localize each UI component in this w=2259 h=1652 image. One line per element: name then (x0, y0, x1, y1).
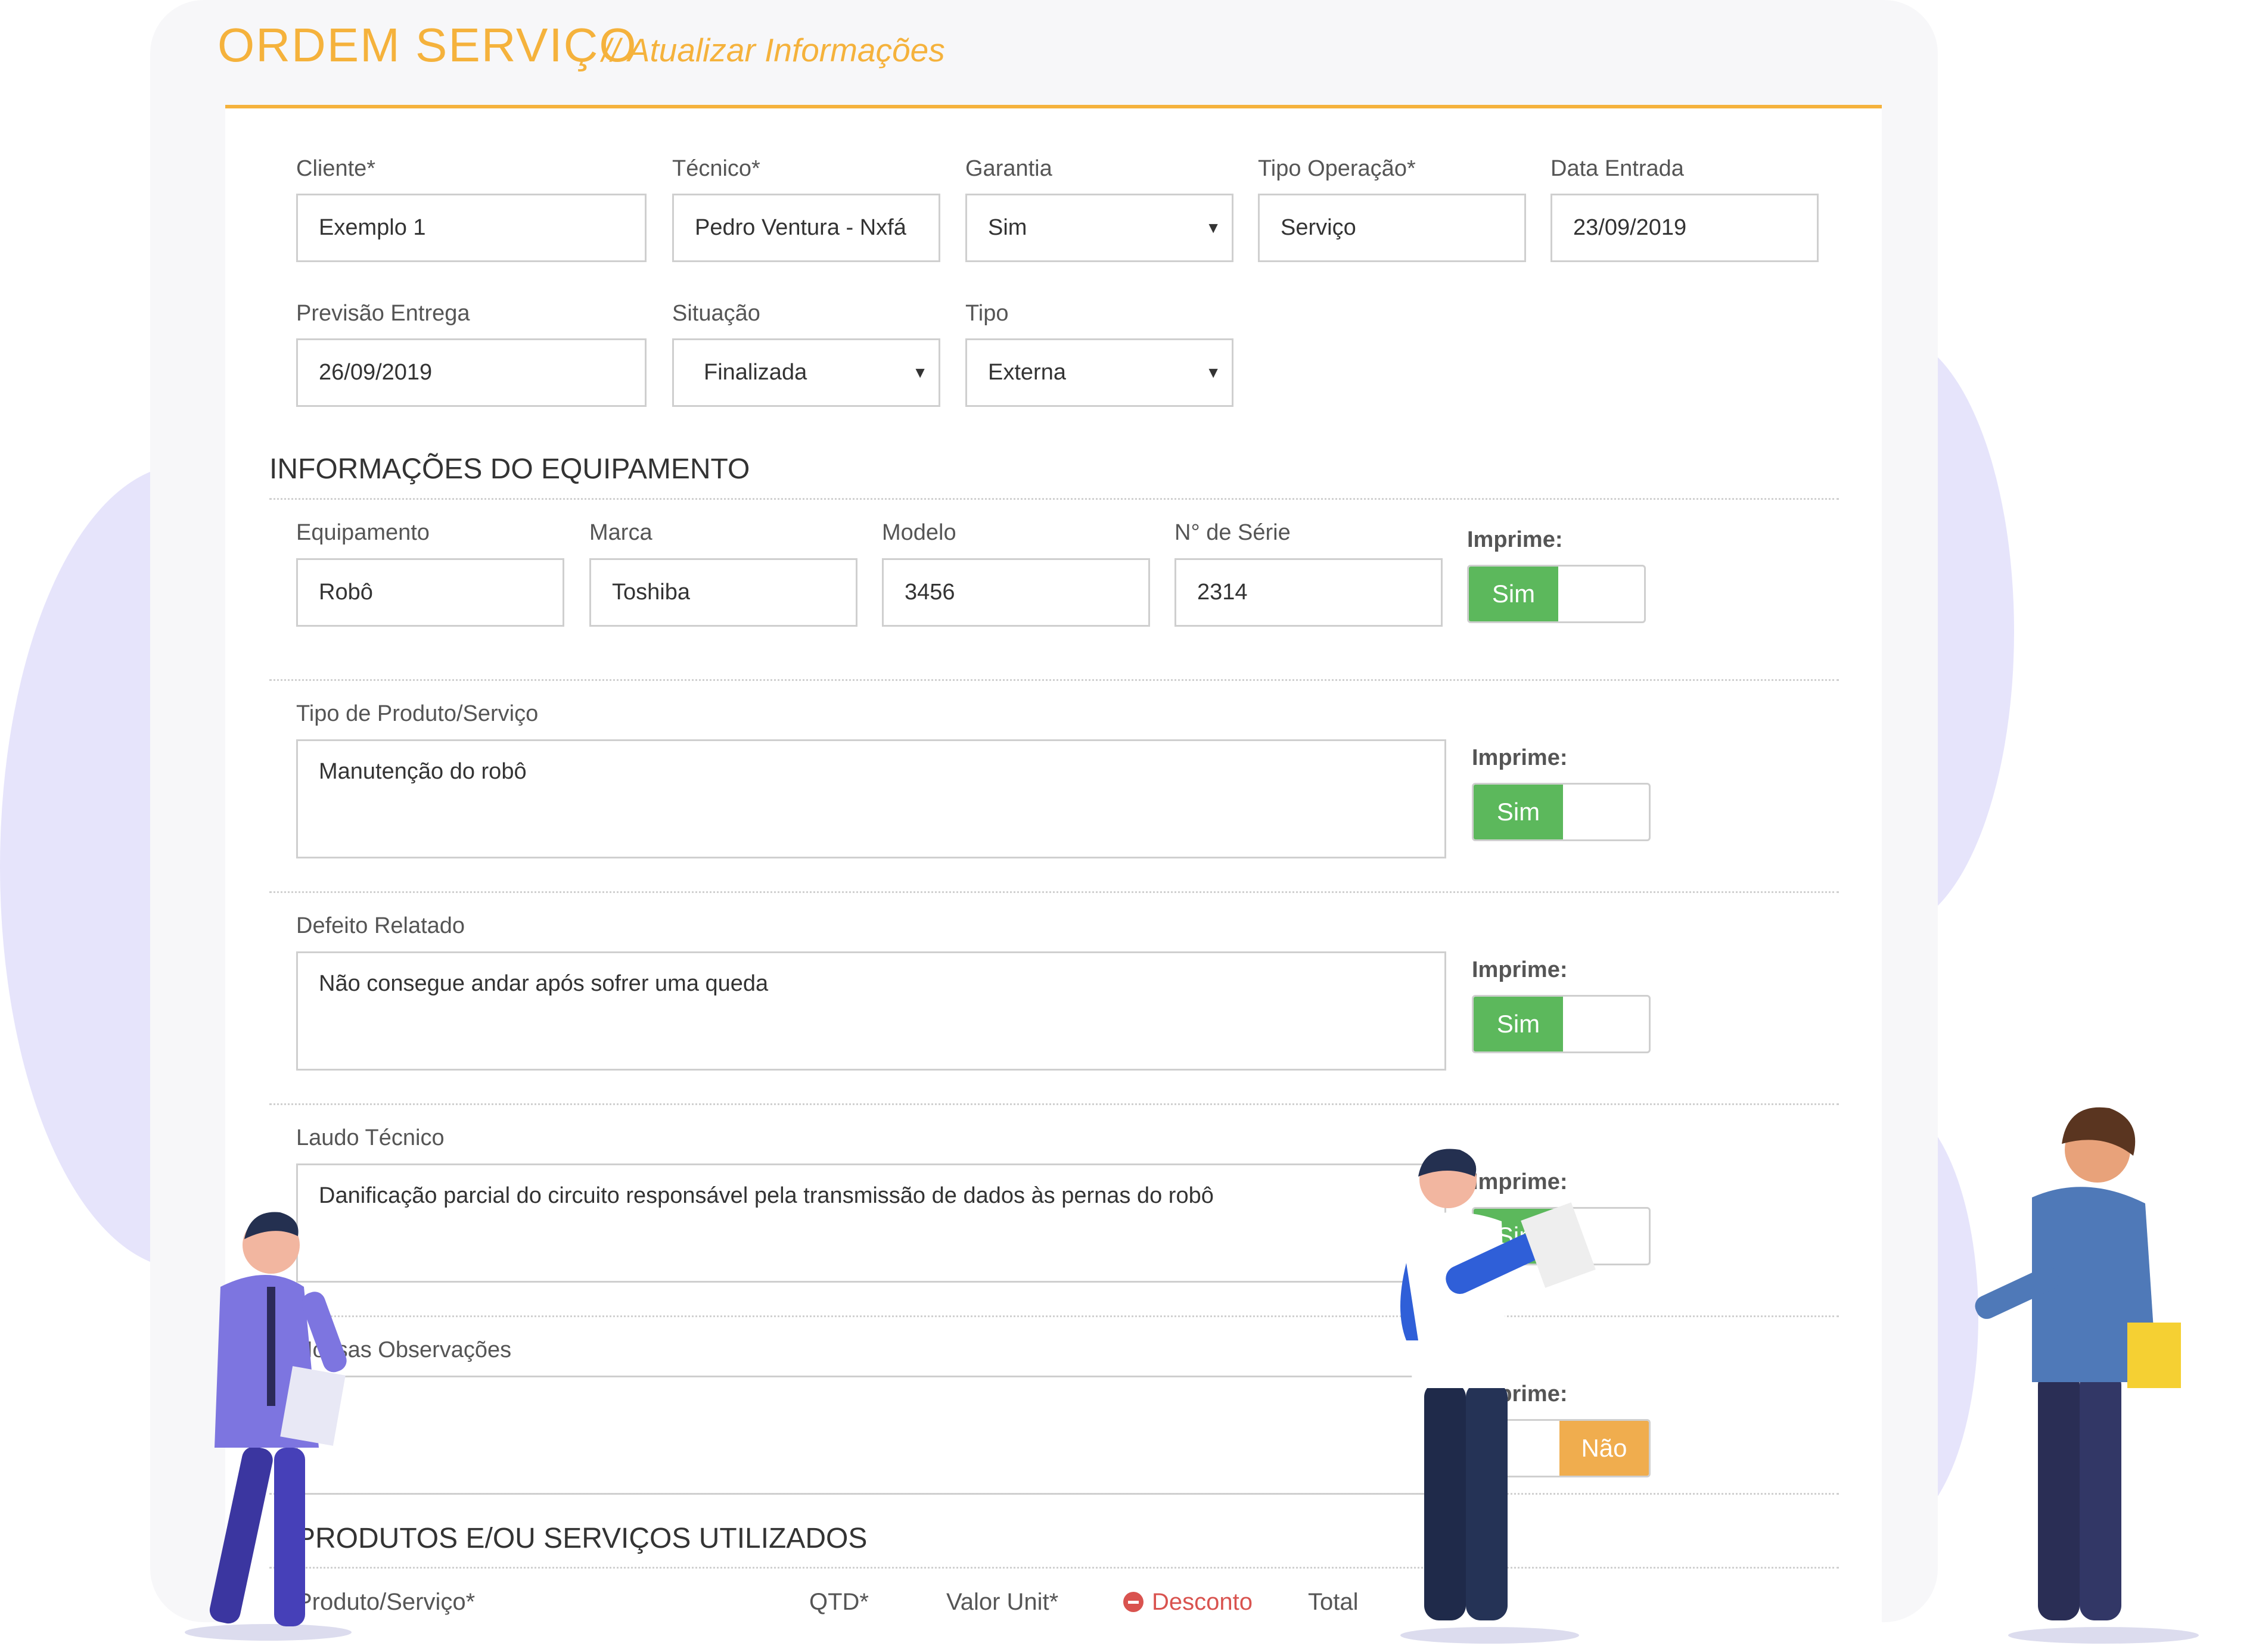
garantia-value: Sim (988, 215, 1027, 240)
person-holding-folder-illustration (1975, 1107, 2199, 1644)
equipamento-input[interactable]: Robô (296, 558, 564, 627)
serie-label: N° de Série (1174, 520, 1291, 545)
tecnico-label: Técnico* (672, 156, 760, 181)
equipment-section-title: INFORMAÇÕES DO EQUIPAMENTO (269, 453, 750, 485)
tipo-produto-textarea[interactable]: Manutenção do robô (296, 739, 1446, 858)
column-qtd: QTD* (809, 1589, 869, 1615)
page-subtitle: // Atualizar Informações (602, 32, 945, 69)
equipamento-label: Equipamento (296, 520, 430, 545)
imprime-label-tipo-produto: Imprime: (1472, 745, 1568, 770)
cliente-input[interactable]: Exemplo 1 (296, 194, 647, 262)
previsao-entrega-input[interactable]: 26/09/2019 (296, 338, 647, 407)
products-section-title: PRODUTOS E/OU SERVIÇOS UTILIZADOS (296, 1523, 868, 1554)
toggle-on-label: Sim (1469, 567, 1558, 621)
tipo-value: Externa (988, 360, 1066, 385)
tipo-label: Tipo (965, 301, 1009, 326)
tecnico-input[interactable]: Pedro Ventura - Nxfá (672, 194, 940, 262)
previsao-entrega-label: Previsão Entrega (296, 301, 470, 326)
data-entrada-label: Data Entrada (1550, 156, 1684, 181)
laudo-textarea[interactable]: Danificação parcial do circuito responsá… (296, 1163, 1446, 1283)
modelo-label: Modelo (882, 520, 956, 545)
chevron-down-icon: ▼ (1205, 219, 1221, 237)
observacoes-textarea[interactable] (296, 1376, 1446, 1495)
toggle-on-label: Sim (1474, 785, 1563, 839)
imprime-label-equipment: Imprime: (1467, 527, 1563, 552)
modelo-input[interactable]: 3456 (882, 558, 1150, 627)
defeito-textarea[interactable]: Não consegue andar após sofrer uma queda (296, 951, 1446, 1071)
tipo-operacao-label: Tipo Operação* (1258, 156, 1416, 181)
section-divider (269, 1103, 1839, 1105)
column-desconto[interactable]: Desconto (1123, 1589, 1253, 1616)
garantia-label: Garantia (965, 156, 1052, 181)
imprime-toggle-tipo-produto[interactable]: Sim (1472, 783, 1651, 841)
chevron-down-icon: ▼ (1205, 363, 1221, 381)
tipo-operacao-input[interactable]: Serviço (1258, 194, 1526, 262)
situacao-label: Situação (672, 301, 760, 326)
marca-label: Marca (589, 520, 652, 545)
imprime-label-defeito: Imprime: (1472, 957, 1568, 982)
minus-circle-icon (1123, 1592, 1144, 1612)
page-title: ORDEM SERVIÇO (217, 18, 638, 71)
marca-input[interactable]: Toshiba (589, 558, 857, 627)
garantia-select[interactable]: Sim ▼ (965, 194, 1233, 262)
situacao-value: Finalizada (704, 360, 807, 385)
serie-input[interactable]: 2314 (1174, 558, 1443, 627)
section-divider (269, 891, 1839, 893)
person-on-phone-illustration (185, 1212, 352, 1641)
cliente-label: Cliente* (296, 156, 376, 181)
person-reading-paper-illustration (1400, 1149, 1596, 1644)
column-valor-unit: Valor Unit* (946, 1589, 1059, 1615)
section-divider (269, 679, 1839, 681)
defeito-label: Defeito Relatado (296, 913, 465, 938)
laudo-label: Laudo Técnico (296, 1125, 445, 1150)
desconto-label: Desconto (1152, 1589, 1253, 1615)
chevron-down-icon: ▼ (912, 363, 928, 381)
imprime-toggle-equipment[interactable]: Sim (1467, 565, 1646, 623)
section-divider (269, 498, 1839, 500)
data-entrada-input[interactable]: 23/09/2019 (1550, 194, 1819, 262)
toggle-on-label: Sim (1474, 997, 1563, 1051)
column-total: Total (1308, 1589, 1359, 1615)
situacao-select[interactable]: Finalizada ▼ (672, 338, 940, 407)
tipo-produto-label: Tipo de Produto/Serviço (296, 701, 539, 726)
tipo-select[interactable]: Externa ▼ (965, 338, 1233, 407)
imprime-toggle-defeito[interactable]: Sim (1472, 995, 1651, 1053)
